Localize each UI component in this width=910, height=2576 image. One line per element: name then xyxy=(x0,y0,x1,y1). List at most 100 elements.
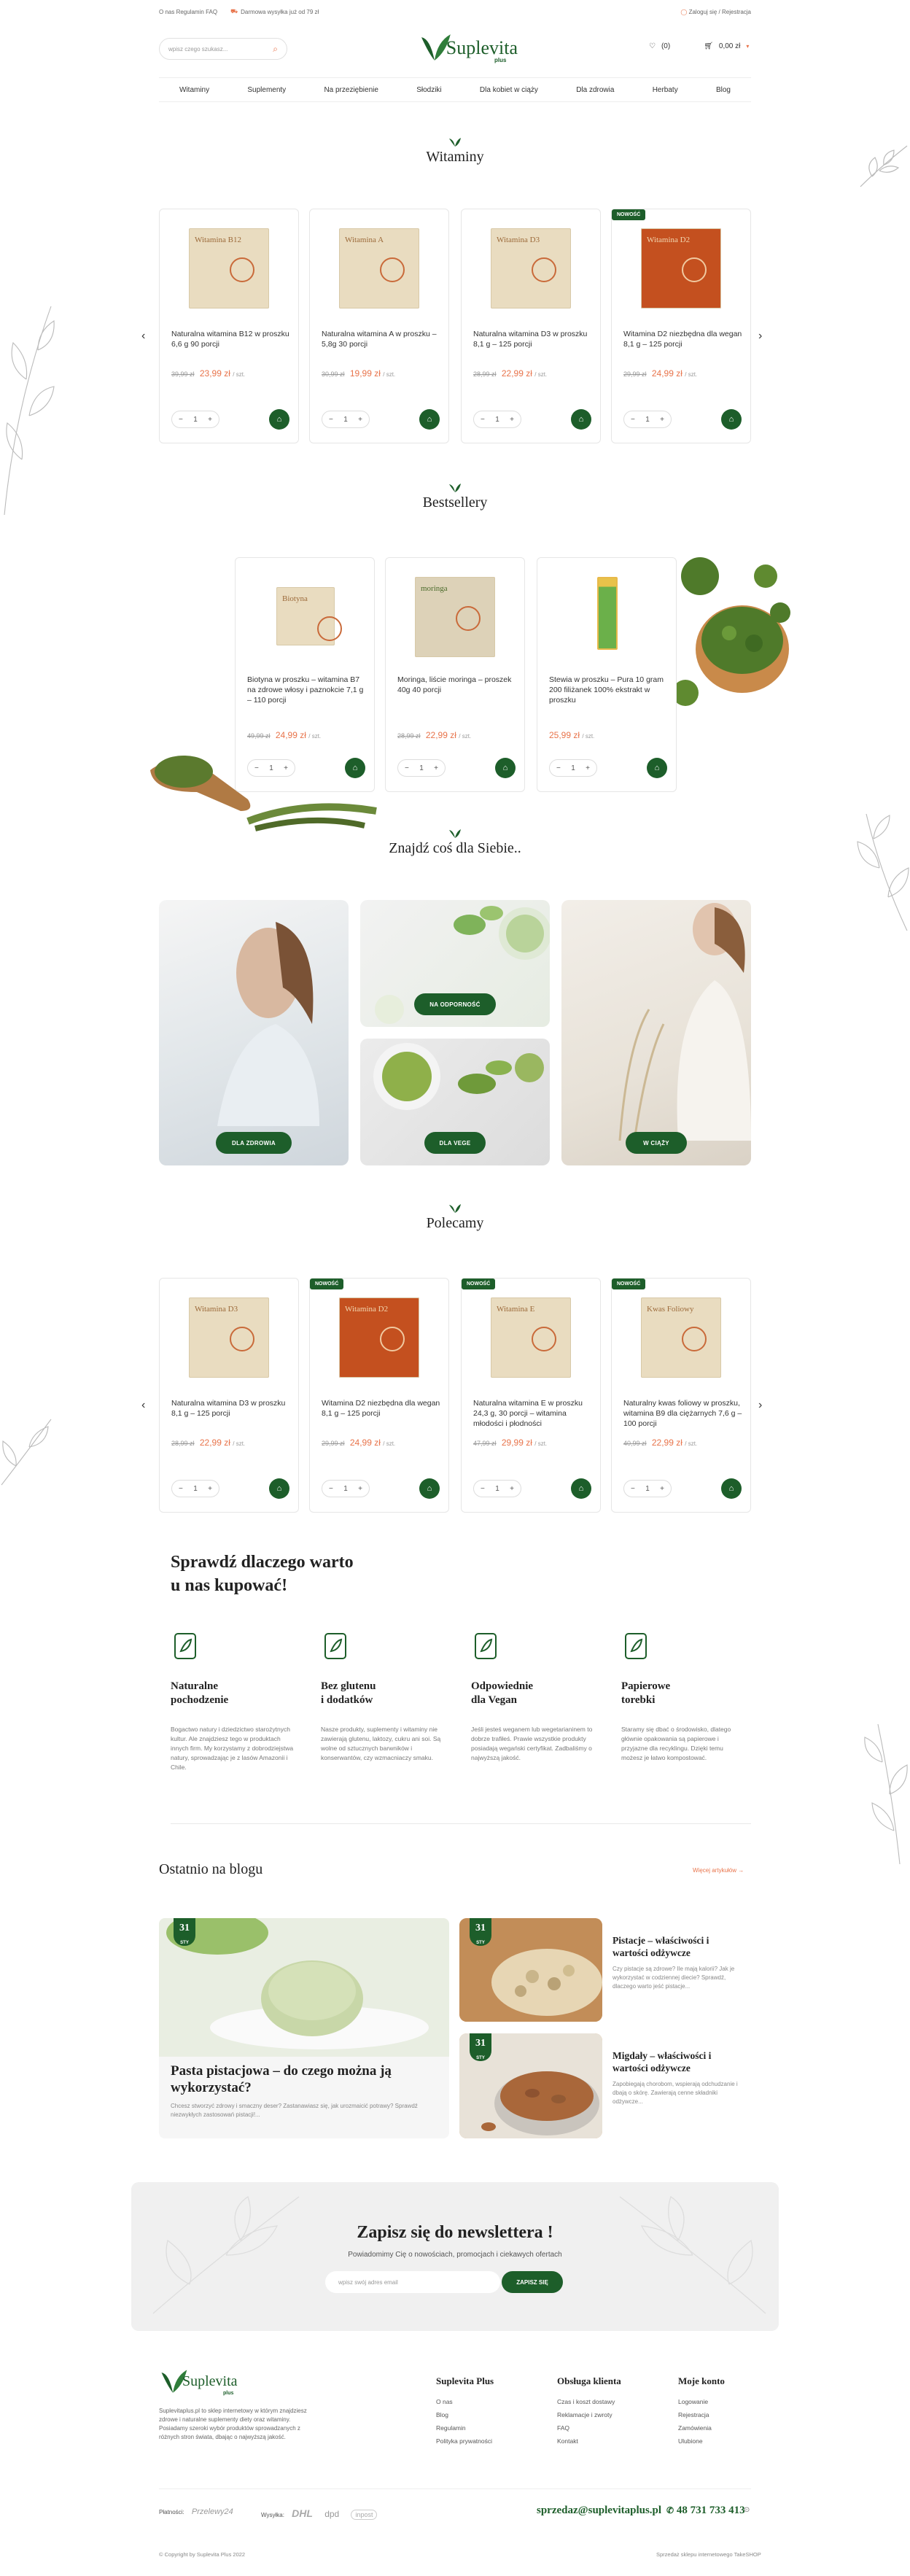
quantity-stepper[interactable]: − 1 + xyxy=(322,411,370,428)
top-link-terms[interactable]: Regulamin xyxy=(176,9,204,15)
add-to-cart-button[interactable]: ⌂ xyxy=(419,409,440,430)
quantity-stepper[interactable]: − 1 + xyxy=(473,1480,521,1497)
footer-link[interactable]: Ulubione xyxy=(678,2435,725,2448)
chevron-right-icon[interactable]: › xyxy=(758,330,762,343)
plus-icon[interactable]: + xyxy=(510,416,514,424)
product-name[interactable]: Naturalny kwas foliowy w proszku, witami… xyxy=(623,1398,743,1429)
quantity-value[interactable]: 1 xyxy=(343,1485,348,1493)
product-name[interactable]: Naturalna witamina A w proszku – 5,8g 30… xyxy=(322,329,441,349)
quantity-stepper[interactable]: − 1 + xyxy=(247,759,295,777)
product-card[interactable]: Biotyna Biotyna w proszku – witamina B7 … xyxy=(235,557,375,792)
product-name[interactable]: Witamina D2 niezbędna dla wegan 8,1 g – … xyxy=(322,1398,441,1419)
credit[interactable]: Sprzedaż sklepu internetowego TakeSHOP xyxy=(656,2551,761,2558)
quantity-value[interactable]: 1 xyxy=(645,416,650,424)
add-to-cart-button[interactable]: ⌂ xyxy=(647,758,667,778)
add-to-cart-button[interactable]: ⌂ xyxy=(269,1478,289,1499)
product-card[interactable]: moringa Moringa, liście moringa – prosze… xyxy=(385,557,525,792)
minus-icon[interactable]: − xyxy=(481,1485,485,1493)
minus-icon[interactable]: − xyxy=(329,1485,333,1493)
nav-item-blog[interactable]: Blog xyxy=(716,86,731,94)
add-to-cart-button[interactable]: ⌂ xyxy=(721,409,742,430)
nav-item-pregnancy[interactable]: Dla kobiet w ciąży xyxy=(480,86,538,94)
plus-icon[interactable]: + xyxy=(660,416,664,424)
product-card[interactable]: NOWOŚĆ Witamina D2 Witamina D2 niezbędna… xyxy=(611,209,751,443)
add-to-cart-button[interactable]: ⌂ xyxy=(419,1478,440,1499)
footer-email[interactable]: sprzedaz@suplevitaplus.pl xyxy=(537,2505,661,2517)
site-logo[interactable]: Suplevita plus xyxy=(419,29,518,67)
blog-main-post[interactable]: 31 STY Pasta pistacjowa – do czego można … xyxy=(159,1918,449,2138)
product-card[interactable]: NOWOŚĆ Kwas Foliowy Naturalny kwas folio… xyxy=(611,1278,751,1513)
nav-item-cold[interactable]: Na przeziębienie xyxy=(324,86,378,94)
minus-icon[interactable]: − xyxy=(254,764,259,772)
quantity-stepper[interactable]: − 1 + xyxy=(397,759,446,777)
footer-link[interactable]: Zamówienia xyxy=(678,2421,725,2435)
product-image[interactable]: moringa xyxy=(415,577,495,657)
quantity-stepper[interactable]: − 1 + xyxy=(171,1480,219,1497)
footer-phone[interactable]: ✆ 48 731 733 413 xyxy=(666,2505,745,2517)
quantity-value[interactable]: 1 xyxy=(269,764,273,772)
chevron-down-icon[interactable]: ▾ xyxy=(746,43,749,50)
footer-link[interactable]: Blog xyxy=(436,2408,494,2421)
minus-icon[interactable]: − xyxy=(405,764,409,772)
product-card[interactable]: Stewia Stewia w proszku – Pura 10 gram 2… xyxy=(537,557,677,792)
category-tile-health[interactable]: DLA ZDROWIA xyxy=(159,900,349,1165)
plus-icon[interactable]: + xyxy=(208,416,212,424)
minus-icon[interactable]: − xyxy=(631,416,635,424)
plus-icon[interactable]: + xyxy=(358,416,362,424)
top-link-faq[interactable]: FAQ xyxy=(206,9,217,15)
wishlist-count[interactable]: (0) xyxy=(661,42,670,50)
minus-icon[interactable]: − xyxy=(179,416,183,424)
footer-link[interactable]: Regulamin xyxy=(436,2421,494,2435)
product-image[interactable]: Biotyna xyxy=(276,587,342,645)
product-image[interactable]: Witamina D3 xyxy=(189,1297,269,1378)
footer-link[interactable]: Rejestracja xyxy=(678,2408,725,2421)
quantity-value[interactable]: 1 xyxy=(419,764,424,772)
product-name[interactable]: Naturalna witamina D3 w proszku 8,1 g – … xyxy=(473,329,593,349)
plus-icon[interactable]: + xyxy=(358,1485,362,1493)
quantity-stepper[interactable]: − 1 + xyxy=(623,1480,672,1497)
chevron-left-icon[interactable]: ‹ xyxy=(141,1399,145,1412)
product-name[interactable]: Naturalna witamina B12 w proszku 6,6 g 9… xyxy=(171,329,291,349)
quantity-stepper[interactable]: − 1 + xyxy=(322,1480,370,1497)
category-button-vege[interactable]: DLA VEGE xyxy=(424,1132,486,1154)
product-name[interactable]: Stewia w proszku – Pura 10 gram 200 fili… xyxy=(549,675,669,705)
blog-more-link[interactable]: Więcej artykułów → xyxy=(693,1867,744,1874)
product-image[interactable]: Kwas Foliowy xyxy=(641,1297,721,1378)
newsletter-subscribe-button[interactable]: ZAPISZ SIĘ xyxy=(502,2271,563,2293)
product-image[interactable]: Stewia xyxy=(597,577,618,650)
plus-icon[interactable]: + xyxy=(586,764,590,772)
plus-icon[interactable]: + xyxy=(434,764,438,772)
category-tile-pregnancy[interactable]: W CIĄŻY xyxy=(561,900,751,1165)
quantity-stepper[interactable]: − 1 + xyxy=(171,411,219,428)
add-to-cart-button[interactable]: ⌂ xyxy=(495,758,516,778)
add-to-cart-button[interactable]: ⌂ xyxy=(571,409,591,430)
search-input[interactable]: wpisz czego szukasz... ⌕ xyxy=(159,38,287,60)
quantity-value[interactable]: 1 xyxy=(645,1485,650,1493)
blog-side-post[interactable]: 31 STY xyxy=(459,1918,602,2022)
plus-icon[interactable]: + xyxy=(660,1485,664,1493)
quantity-value[interactable]: 1 xyxy=(193,416,198,424)
basket-icon[interactable]: 🛒︎ xyxy=(704,42,713,50)
quantity-stepper[interactable]: − 1 + xyxy=(623,411,672,428)
footer-link[interactable]: Polityka prywatności xyxy=(436,2435,494,2448)
register-link[interactable]: Rejestracja xyxy=(722,9,751,15)
add-to-cart-button[interactable]: ⌂ xyxy=(345,758,365,778)
product-card[interactable]: Witamina D3 Naturalna witamina D3 w pros… xyxy=(461,209,601,443)
category-tile-immunity[interactable]: NA ODPORNOŚĆ xyxy=(360,900,550,1027)
product-card[interactable]: NOWOŚĆ Witamina D2 Witamina D2 niezbędna… xyxy=(309,1278,449,1513)
product-card[interactable]: Witamina B12 Naturalna witamina B12 w pr… xyxy=(159,209,299,443)
footer-link[interactable]: FAQ xyxy=(557,2421,621,2435)
product-card[interactable]: Witamina A Naturalna witamina A w proszk… xyxy=(309,209,449,443)
category-button-pregnancy[interactable]: W CIĄŻY xyxy=(626,1132,687,1154)
product-image[interactable]: Witamina E xyxy=(491,1297,571,1378)
scroll-top-icon[interactable]: ⊙ xyxy=(744,2506,750,2514)
footer-link[interactable]: Kontakt xyxy=(557,2435,621,2448)
product-image[interactable]: Witamina D2 xyxy=(641,228,721,309)
add-to-cart-button[interactable]: ⌂ xyxy=(269,409,289,430)
top-link-about[interactable]: O nas xyxy=(159,9,174,15)
newsletter-email-input[interactable]: wpisz swój adres email xyxy=(325,2271,500,2293)
nav-item-sweeteners[interactable]: Słodziki xyxy=(416,86,441,94)
product-image[interactable]: Witamina D3 xyxy=(491,228,571,309)
chevron-right-icon[interactable]: › xyxy=(758,1399,762,1412)
product-image[interactable]: Witamina D2 xyxy=(339,1297,419,1378)
